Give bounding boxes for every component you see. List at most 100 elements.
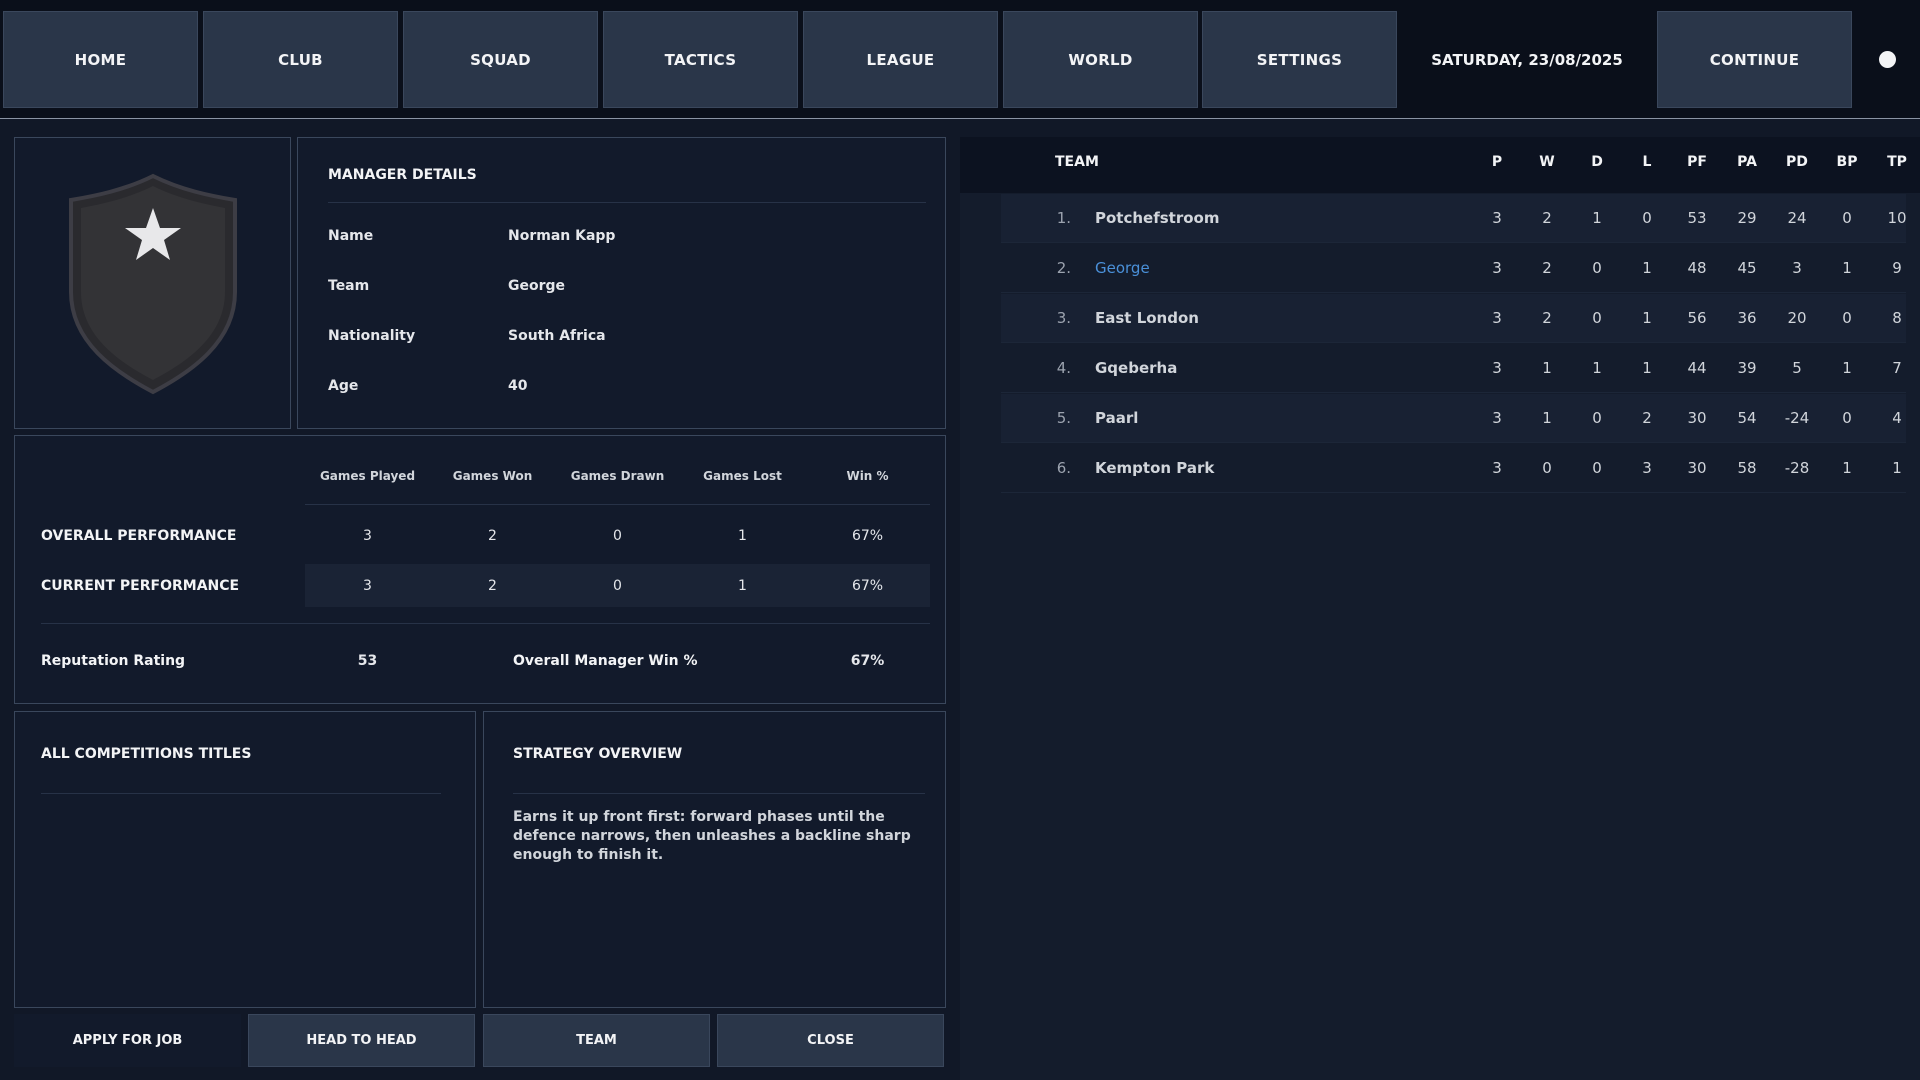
row-team-name[interactable]: Gqeberha xyxy=(1095,359,1177,377)
col-games-played: Games Played xyxy=(319,469,416,483)
detail-value-age: 40 xyxy=(508,378,528,394)
header-points-for: PF xyxy=(1687,154,1707,170)
row-stat: 1 xyxy=(1842,459,1852,477)
overall-manager-win-value: 67% xyxy=(850,653,885,669)
row-stat: 2 xyxy=(1642,409,1652,427)
row-stat: 58 xyxy=(1737,459,1757,477)
row-stat: 3 xyxy=(1492,259,1502,277)
league-row[interactable]: 4. Gqeberha 3 1 1 1 44 39 5 1 7 xyxy=(1001,344,1906,393)
performance-panel: Games Played Games Won Games Drawn Games… xyxy=(14,435,946,704)
row-position: 4. xyxy=(1056,359,1071,377)
row-stat: -24 xyxy=(1784,409,1810,427)
row-stat: 3 xyxy=(1792,259,1802,277)
league-row[interactable]: 3. East London 3 2 0 1 56 36 20 0 8 xyxy=(1001,294,1906,343)
team-button[interactable]: TEAM xyxy=(483,1014,710,1067)
row-team-name[interactable]: Kempton Park xyxy=(1095,459,1214,477)
overall-games-played: 3 xyxy=(363,528,372,544)
row-stat: 24 xyxy=(1787,209,1807,227)
nav-world-button[interactable]: WORLD xyxy=(1003,11,1198,108)
row-stat: 0 xyxy=(1642,209,1652,227)
row-stat: 53 xyxy=(1687,209,1707,227)
club-crest-panel xyxy=(14,137,291,429)
header-bonus-points: BP xyxy=(1836,154,1858,170)
divider xyxy=(305,504,930,505)
row-stat: 1 xyxy=(1642,309,1652,327)
head-to-head-button[interactable]: HEAD TO HEAD xyxy=(248,1014,475,1067)
league-row[interactable]: 5. Paarl 3 1 0 2 30 54 -24 0 4 xyxy=(1001,394,1906,443)
row-stat: 2 xyxy=(1542,309,1552,327)
league-table-header: TEAM P W D L PF PA PD BP TP xyxy=(960,137,1920,193)
league-row[interactable]: 6. Kempton Park 3 0 0 3 30 58 -28 1 1 xyxy=(1001,444,1906,493)
row-stat: 1 xyxy=(1642,259,1652,277)
league-row[interactable]: 2. George 3 2 0 1 48 45 3 1 9 xyxy=(1001,244,1906,293)
row-stat: 45 xyxy=(1737,259,1757,277)
divider xyxy=(41,793,441,794)
close-button[interactable]: CLOSE xyxy=(717,1014,944,1067)
divider xyxy=(328,202,926,203)
detail-value-team: George xyxy=(508,278,566,294)
continue-button[interactable]: CONTINUE xyxy=(1657,11,1852,108)
row-stat: 3 xyxy=(1492,209,1502,227)
row-stat: 0 xyxy=(1592,409,1602,427)
current-games-drawn: 0 xyxy=(613,578,622,594)
row-stat: 54 xyxy=(1737,409,1757,427)
row-stat: 0 xyxy=(1842,209,1852,227)
row-team-name[interactable]: Paarl xyxy=(1095,409,1138,427)
row-stat: 1 xyxy=(1592,359,1602,377)
manager-details-title: MANAGER DETAILS xyxy=(328,167,477,183)
row-stat: 3 xyxy=(1642,459,1652,477)
status-indicator-icon[interactable] xyxy=(1879,51,1896,68)
row-stat: 1 xyxy=(1542,359,1552,377)
row-stat: 5 xyxy=(1792,359,1802,377)
current-date: SATURDAY, 23/08/2025 xyxy=(1431,50,1623,69)
row-stat: 0 xyxy=(1842,409,1852,427)
overall-games-drawn: 0 xyxy=(613,528,622,544)
row-stat: 30 xyxy=(1687,459,1707,477)
nav-league-button[interactable]: LEAGUE xyxy=(803,11,998,108)
nav-squad-button[interactable]: SQUAD xyxy=(403,11,598,108)
row-stat: 0 xyxy=(1842,309,1852,327)
current-performance-label: CURRENT PERFORMANCE xyxy=(41,578,240,594)
header-drawn: D xyxy=(1591,154,1603,170)
header-total-points: TP xyxy=(1887,154,1907,170)
divider xyxy=(513,793,925,794)
col-games-won: Games Won xyxy=(452,469,533,483)
overall-win-percent: 67% xyxy=(851,528,884,544)
row-stat: 1 xyxy=(1592,209,1602,227)
nav-home-button[interactable]: HOME xyxy=(3,11,198,108)
row-stat: 1 xyxy=(1542,409,1552,427)
row-team-name[interactable]: George xyxy=(1095,259,1150,277)
competition-titles-title: ALL COMPETITIONS TITLES xyxy=(41,746,252,762)
detail-key-team: Team xyxy=(328,278,370,294)
strategy-description: Earns it up front first: forward phases … xyxy=(513,809,911,863)
row-stat: 3 xyxy=(1492,359,1502,377)
current-games-lost: 1 xyxy=(738,578,747,594)
nav-settings-button[interactable]: SETTINGS xyxy=(1202,11,1397,108)
row-stat: 8 xyxy=(1892,309,1902,327)
row-stat: 2 xyxy=(1542,259,1552,277)
row-stat: 9 xyxy=(1892,259,1902,277)
overall-manager-win-label: Overall Manager Win % xyxy=(513,653,698,669)
row-team-name[interactable]: Potchefstroom xyxy=(1095,209,1219,227)
row-stat: 36 xyxy=(1737,309,1757,327)
strategy-overview-title: STRATEGY OVERVIEW xyxy=(513,746,683,762)
header-won: W xyxy=(1539,154,1555,170)
row-stat: 1 xyxy=(1892,459,1902,477)
nav-tactics-button[interactable]: TACTICS xyxy=(603,11,798,108)
row-stat: 0 xyxy=(1592,309,1602,327)
detail-key-nationality: Nationality xyxy=(328,328,416,344)
row-stat: 56 xyxy=(1687,309,1707,327)
top-navigation-bar: HOME CLUB SQUAD TACTICS LEAGUE WORLD SET… xyxy=(0,0,1920,119)
nav-club-button[interactable]: CLUB xyxy=(203,11,398,108)
row-team-name[interactable]: East London xyxy=(1095,309,1199,327)
row-position: 1. xyxy=(1056,209,1071,227)
col-games-drawn: Games Drawn xyxy=(570,469,665,483)
league-row[interactable]: 1. Potchefstroom 3 2 1 0 53 29 24 0 10 xyxy=(1001,194,1907,243)
header-points-against: PA xyxy=(1737,154,1757,170)
row-position: 6. xyxy=(1056,459,1071,477)
apply-for-job-button[interactable]: APPLY FOR JOB xyxy=(14,1014,241,1067)
reputation-rating-value: 53 xyxy=(357,653,378,669)
row-stat: -28 xyxy=(1784,459,1810,477)
shield-crest-icon xyxy=(69,173,237,395)
row-stat: 3 xyxy=(1492,409,1502,427)
